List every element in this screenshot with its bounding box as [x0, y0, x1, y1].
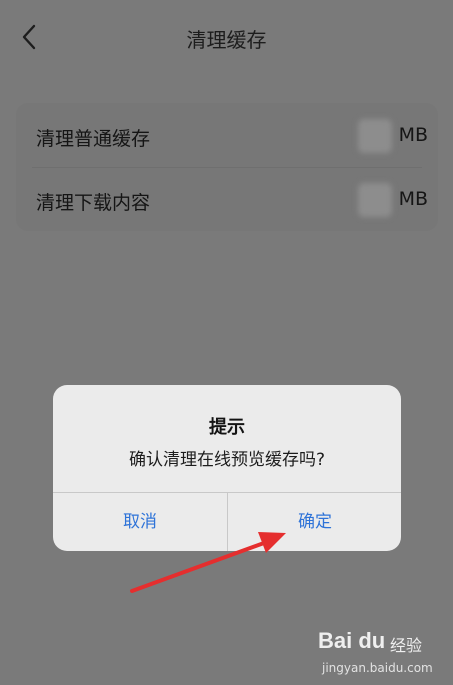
page-title: 清理缓存	[186, 28, 267, 52]
confirm-button[interactable]: 确定	[228, 493, 401, 551]
cache-list: 清理普通缓存 MB 清理下载内容 MB	[16, 103, 438, 231]
watermark: Bai du 经验 jingyan.baidu.com	[318, 628, 446, 680]
cache-size-unit: MB	[398, 124, 428, 146]
dialog-message: 确认清理在线预览缓存吗?	[128, 450, 326, 470]
cache-size-value-blurred	[358, 119, 392, 153]
list-item-label: 清理普通缓存	[36, 128, 151, 150]
download-size-value-blurred	[358, 183, 392, 217]
watermark-brand: 经验	[390, 636, 423, 655]
watermark-url: jingyan.baidu.com	[322, 661, 433, 675]
confirm-dialog: 提示 确认清理在线预览缓存吗? 取消 确定	[53, 385, 401, 551]
list-item-label: 清理下载内容	[36, 192, 151, 214]
list-item-clear-normal-cache[interactable]: 清理普通缓存 MB	[16, 103, 438, 167]
download-size-unit: MB	[398, 188, 428, 210]
list-item-clear-downloads[interactable]: 清理下载内容 MB	[16, 167, 438, 231]
dialog-title: 提示	[209, 417, 245, 438]
baidu-logo: Bai du	[318, 628, 386, 653]
top-bar: 清理缓存	[0, 0, 453, 80]
cancel-button[interactable]: 取消	[53, 493, 227, 551]
